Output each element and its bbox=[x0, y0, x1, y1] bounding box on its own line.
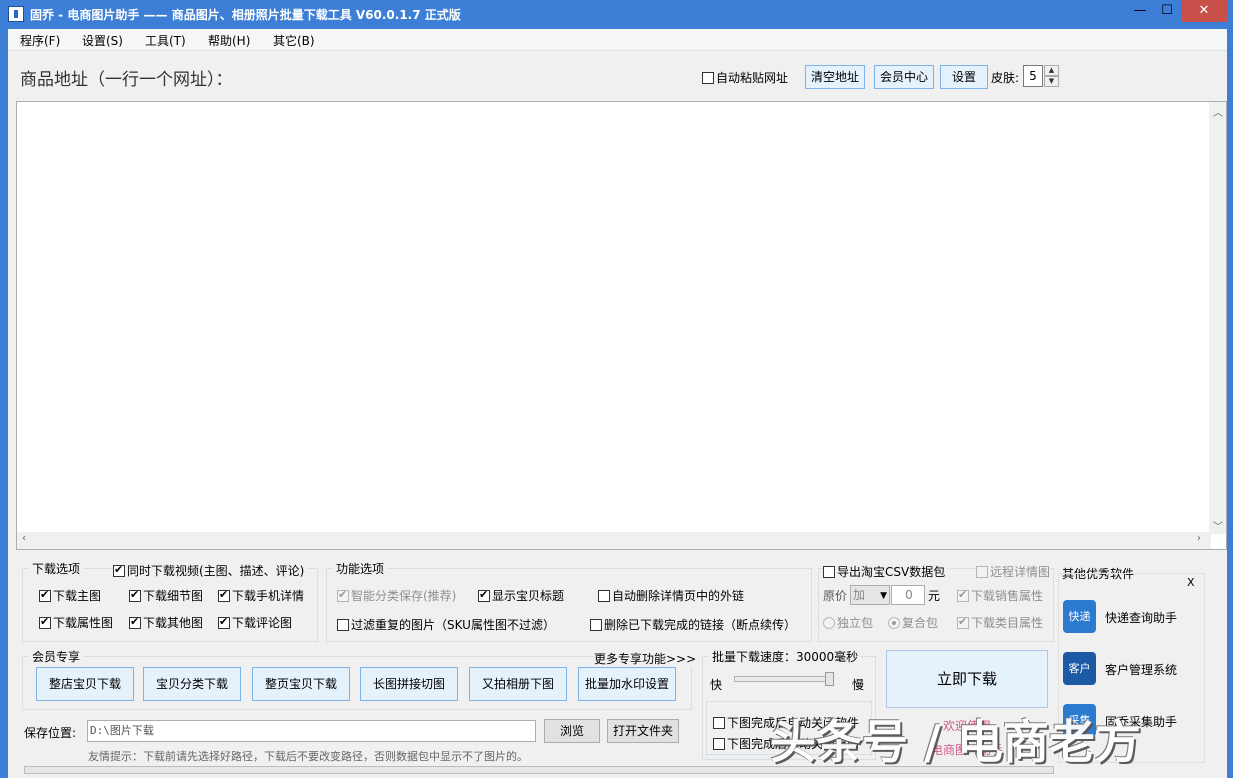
express-query-label[interactable]: 快递查询助手 bbox=[1105, 609, 1177, 626]
settings-button[interactable]: 设置 bbox=[940, 65, 988, 89]
category-attr-checkbox[interactable]: 下载类目属性 bbox=[957, 614, 1043, 631]
maximize-button[interactable]: ☐ bbox=[1153, 0, 1181, 22]
express-query-icon[interactable]: 快递 bbox=[1063, 600, 1096, 633]
show-title-checkbox[interactable]: 显示宝贝标题 bbox=[478, 587, 564, 604]
close-button[interactable]: ✕ bbox=[1181, 0, 1227, 22]
menu-tools[interactable]: 工具(T) bbox=[145, 32, 186, 49]
vertical-scrollbar[interactable]: ︿ ﹀ bbox=[1209, 102, 1226, 534]
save-path-input[interactable]: D:\图片下载 bbox=[87, 720, 536, 742]
member-center-button[interactable]: 会员中心 bbox=[874, 65, 934, 89]
client-area: 程序(F) 设置(S) 工具(T) 帮助(H) 其它(B) 商品地址（一行一个网… bbox=[8, 29, 1227, 778]
sales-attr-checkbox[interactable]: 下载销售属性 bbox=[957, 587, 1043, 604]
open-folder-button[interactable]: 打开文件夹 bbox=[607, 719, 679, 743]
remote-detail-checkbox[interactable]: 远程详情图 bbox=[976, 563, 1051, 580]
clear-urls-button[interactable]: 清空地址 bbox=[805, 65, 865, 89]
app-icon bbox=[8, 6, 24, 22]
function-options-title: 功能选项 bbox=[333, 560, 388, 577]
spin-down-icon[interactable]: ▼ bbox=[1044, 76, 1059, 87]
speed-title: 批量下载速度：30000毫秒 bbox=[709, 648, 862, 665]
download-now-button[interactable]: 立即下载 bbox=[886, 650, 1048, 708]
detail-image-checkbox[interactable]: 下载细节图 bbox=[129, 587, 203, 604]
window-title: 固乔 - 电商图片助手 —— 商品图片、相册照片批量下载工具 V60.0.1.7… bbox=[30, 8, 461, 22]
url-label: 商品地址（一行一个网址）： bbox=[20, 70, 233, 90]
skin-spinner[interactable]: ▲ ▼ bbox=[1044, 65, 1059, 87]
filter-duplicate-checkbox[interactable]: 过滤重复的图片（SKU属性图不过滤） bbox=[337, 616, 555, 633]
watermark-text: 头条号 / 电商老方 bbox=[770, 715, 1141, 769]
sync-video-checkbox[interactable]: 同时下载视频(主图、描述、评论) bbox=[113, 562, 308, 579]
other-image-checkbox[interactable]: 下载其他图 bbox=[129, 614, 203, 631]
app-window: 固乔 - 电商图片助手 —— 商品图片、相册照片批量下载工具 V60.0.1.7… bbox=[0, 0, 1233, 778]
member-title: 会员专享 bbox=[29, 648, 84, 665]
tip-text: 友情提示：下载前请先选择好路径，下载后不要改变路径，否则数据包中显示不了图片的。 bbox=[88, 750, 528, 763]
long-image-button[interactable]: 长图拼接切图 bbox=[360, 667, 458, 701]
menu-help[interactable]: 帮助(H) bbox=[208, 32, 250, 49]
slow-label: 慢 bbox=[852, 678, 865, 692]
close-panel-icon[interactable]: X bbox=[1187, 576, 1195, 589]
menu-program[interactable]: 程序(F) bbox=[20, 32, 60, 49]
composite-radio[interactable]: 复合包 bbox=[888, 614, 938, 631]
scroll-down-icon[interactable]: ﹀ bbox=[1213, 518, 1223, 533]
upai-album-button[interactable]: 又拍相册下图 bbox=[469, 667, 567, 701]
review-image-checkbox[interactable]: 下载评论图 bbox=[218, 614, 292, 631]
horizontal-scrollbar[interactable]: ‹ › bbox=[17, 532, 1211, 549]
price-label: 原价 bbox=[823, 589, 848, 603]
spin-up-icon[interactable]: ▲ bbox=[1044, 65, 1059, 76]
scroll-left-icon[interactable]: ‹ bbox=[22, 533, 26, 544]
price-value-input[interactable]: 0 bbox=[891, 585, 925, 605]
attr-image-checkbox[interactable]: 下载属性图 bbox=[39, 614, 113, 631]
skin-label: 皮肤: bbox=[991, 71, 1020, 85]
speed-slider-track[interactable] bbox=[734, 676, 834, 682]
auto-delete-links-checkbox[interactable]: 自动删除详情页中的外链 bbox=[598, 587, 744, 604]
dropdown-arrow-icon: ▼ bbox=[880, 591, 887, 601]
scroll-up-icon[interactable]: ︿ bbox=[1213, 104, 1223, 119]
minimize-button[interactable]: — bbox=[1126, 0, 1154, 22]
url-textarea[interactable]: ︿ ﹀ ‹ › bbox=[16, 101, 1227, 550]
smart-save-checkbox[interactable]: 智能分类保存(推荐) bbox=[337, 587, 456, 604]
shop-download-button[interactable]: 整店宝贝下载 bbox=[36, 667, 134, 701]
yuan-label: 元 bbox=[928, 589, 941, 603]
main-image-checkbox[interactable]: 下载主图 bbox=[39, 587, 101, 604]
price-op-select[interactable]: 加 ▼ bbox=[850, 585, 890, 605]
customer-system-icon[interactable]: 客户 bbox=[1063, 652, 1096, 685]
auto-paste-checkbox[interactable]: 自动粘贴网址 bbox=[702, 69, 788, 86]
customer-system-label[interactable]: 客户管理系统 bbox=[1105, 661, 1177, 678]
menu-bar: 程序(F) 设置(S) 工具(T) 帮助(H) 其它(B) bbox=[8, 29, 1227, 51]
page-download-button[interactable]: 整页宝贝下载 bbox=[252, 667, 350, 701]
browse-button[interactable]: 浏览 bbox=[544, 719, 600, 743]
export-csv-checkbox[interactable]: 导出淘宝CSV数据包 bbox=[823, 563, 948, 580]
menu-settings[interactable]: 设置(S) bbox=[82, 32, 123, 49]
title-bar: 固乔 - 电商图片助手 —— 商品图片、相册照片批量下载工具 V60.0.1.7… bbox=[0, 0, 1233, 29]
watermark-settings-button[interactable]: 批量加水印设置 bbox=[578, 667, 676, 701]
download-options-title: 下载选项 bbox=[29, 560, 84, 577]
mobile-detail-checkbox[interactable]: 下载手机详情 bbox=[218, 587, 304, 604]
standalone-radio[interactable]: 独立包 bbox=[823, 614, 873, 631]
category-download-button[interactable]: 宝贝分类下载 bbox=[143, 667, 241, 701]
scroll-right-icon[interactable]: › bbox=[1197, 533, 1201, 544]
fast-label: 快 bbox=[710, 678, 723, 692]
delete-done-links-checkbox[interactable]: 删除已下载完成的链接（断点续传） bbox=[590, 616, 796, 633]
save-location-label: 保存位置: bbox=[24, 726, 77, 740]
menu-other[interactable]: 其它(B) bbox=[273, 32, 315, 49]
skin-input[interactable]: 5 bbox=[1023, 65, 1043, 87]
more-features-link[interactable]: 更多专享功能>>> bbox=[594, 650, 697, 667]
speed-slider-thumb[interactable] bbox=[825, 672, 834, 686]
